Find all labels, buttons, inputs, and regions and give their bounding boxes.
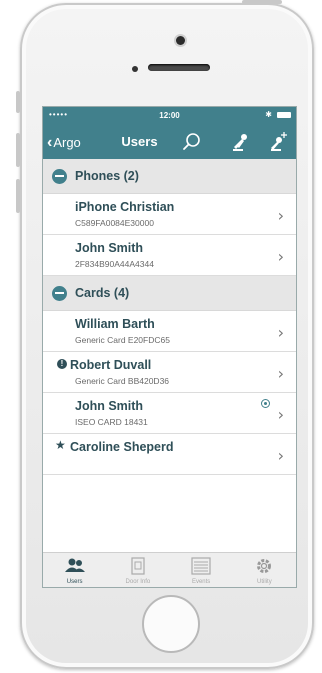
chevron-right-icon: › [277,405,284,424]
gear-icon [255,557,273,580]
navigation-bar: ‹Argo Users [43,125,296,159]
card-id: Generic Card BB420D36 [75,376,170,386]
card-id: ISEO CARD 18431 [75,417,148,427]
door-icon [131,557,145,580]
tab-events[interactable]: Events [170,553,233,587]
user-name: John Smith [75,241,144,255]
status-bar: ••••• 12:00 ✱ [43,107,296,125]
list-item[interactable]: John Smith 2F834B90A44A4344 › [43,235,296,276]
volume-up-button [16,133,20,167]
device-id: 2F834B90A44A4344 [75,259,154,269]
list-item[interactable]: iPhone Christian C589FA0084E30000 › [43,194,296,235]
clock: 12:00 [159,111,180,120]
power-button [242,0,282,4]
page-title: Users [121,134,158,149]
tab-bar: Users Door Info Events Utility [43,552,296,587]
add-key-icon[interactable] [267,131,289,153]
list-item[interactable]: William Barth Generic Card E20FDC65 › [43,311,296,352]
user-name: William Barth [75,317,155,331]
user-name: John Smith [75,399,144,413]
home-button[interactable] [142,595,200,653]
device-id: C589FA0084E30000 [75,218,154,228]
collapse-icon[interactable] [52,168,67,184]
user-name: iPhone Christian [75,200,175,214]
chevron-right-icon: › [277,206,284,225]
tab-label: Door Info [125,579,151,585]
exclamation-icon: ! [57,357,67,369]
users-list: Phones (2) iPhone Christian C589FA0084E3… [43,159,296,475]
volume-down-button [16,179,20,213]
collapse-icon[interactable] [52,285,67,301]
tab-label: Users [66,579,83,585]
bluetooth-icon: ✱ [265,110,272,119]
list-icon [191,557,211,580]
card-id: Generic Card E20FDC65 [75,335,170,345]
tab-users[interactable]: Users [43,553,106,587]
section-label: Cards (4) [75,286,130,300]
search-icon[interactable] [181,131,203,153]
chevron-right-icon: › [277,364,284,383]
mute-switch [16,91,20,113]
tab-door-info[interactable]: Door Info [106,553,169,587]
battery-icon [277,112,291,118]
list-item[interactable]: ! Robert Duvall Generic Card BB420D36 › [43,352,296,393]
users-icon [64,557,86,580]
star-icon: ★ [55,438,66,452]
tab-label: Events [191,579,211,585]
target-icon [261,399,270,408]
app-screen: ••••• 12:00 ✱ ‹Argo Users Phones (2) iPh… [42,106,297,588]
section-label: Phones (2) [75,169,139,183]
section-cards[interactable]: Cards (4) [43,276,296,311]
chevron-right-icon: › [277,446,284,465]
tab-utility[interactable]: Utility [233,553,296,587]
section-phones[interactable]: Phones (2) [43,159,296,194]
proximity-sensor [132,66,138,72]
chevron-right-icon: › [277,323,284,342]
key-icon[interactable] [229,131,251,153]
list-item[interactable]: ★ Caroline Sheperd › [43,434,296,475]
front-camera [176,36,185,45]
list-item[interactable]: John Smith ISEO CARD 18431 › [43,393,296,434]
earpiece-speaker [148,64,210,71]
user-name: Caroline Sheperd [70,440,174,454]
chevron-right-icon: › [277,247,284,266]
tab-label: Utility [257,579,272,585]
user-name: Robert Duvall [70,358,152,372]
